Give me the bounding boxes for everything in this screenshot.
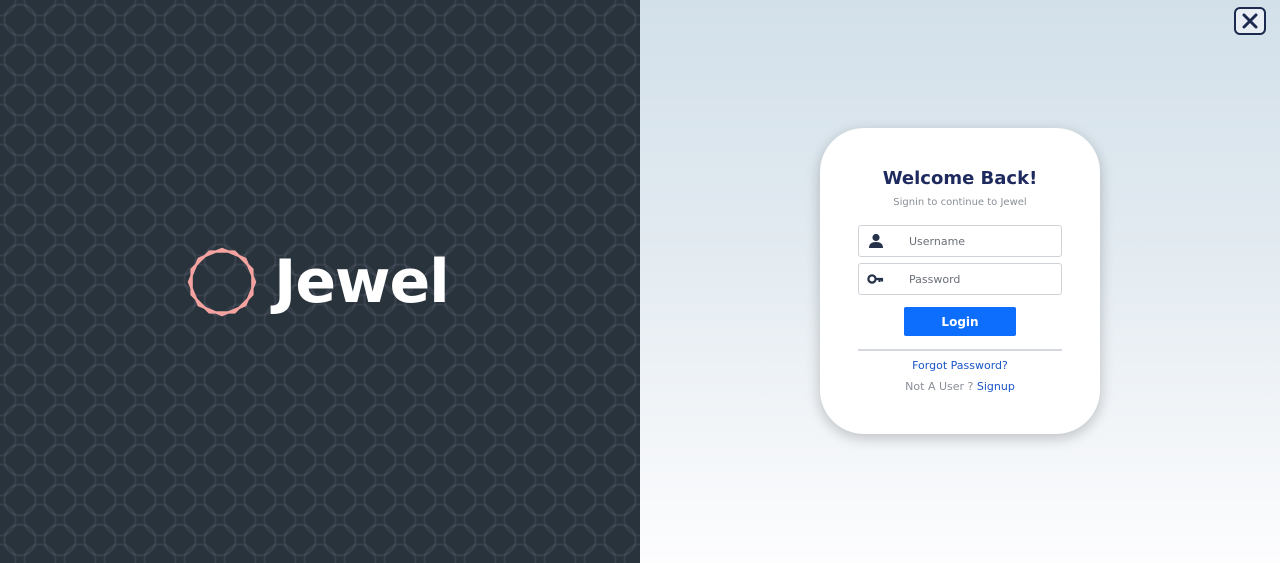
username-input[interactable] [909, 227, 1059, 255]
login-title: Welcome Back! [882, 168, 1038, 189]
login-subtitle: Signin to continue to Jewel [893, 197, 1027, 208]
octagon-gem-icon [187, 247, 257, 317]
close-icon [1242, 13, 1258, 29]
brand-logo: Jewel [186, 246, 450, 318]
divider [858, 349, 1062, 351]
username-field [858, 225, 1062, 257]
brand-panel: Jewel [0, 0, 640, 563]
password-input[interactable] [909, 265, 1059, 293]
key-icon [867, 274, 884, 284]
password-field [858, 263, 1062, 295]
login-button[interactable]: Login [904, 307, 1016, 336]
forgot-password-link[interactable]: Forgot Password? [820, 359, 1100, 372]
close-button[interactable] [1234, 7, 1266, 35]
login-panel: Welcome Back! Signin to continue to Jewe… [640, 0, 1280, 563]
brand-name: Jewel [274, 247, 450, 317]
signup-link[interactable]: Signup [977, 380, 1015, 393]
login-card: Welcome Back! Signin to continue to Jewe… [820, 128, 1100, 434]
signup-row: Not A User ? Signup [820, 380, 1100, 393]
user-icon [869, 233, 883, 248]
not-user-label: Not A User ? [905, 380, 974, 393]
